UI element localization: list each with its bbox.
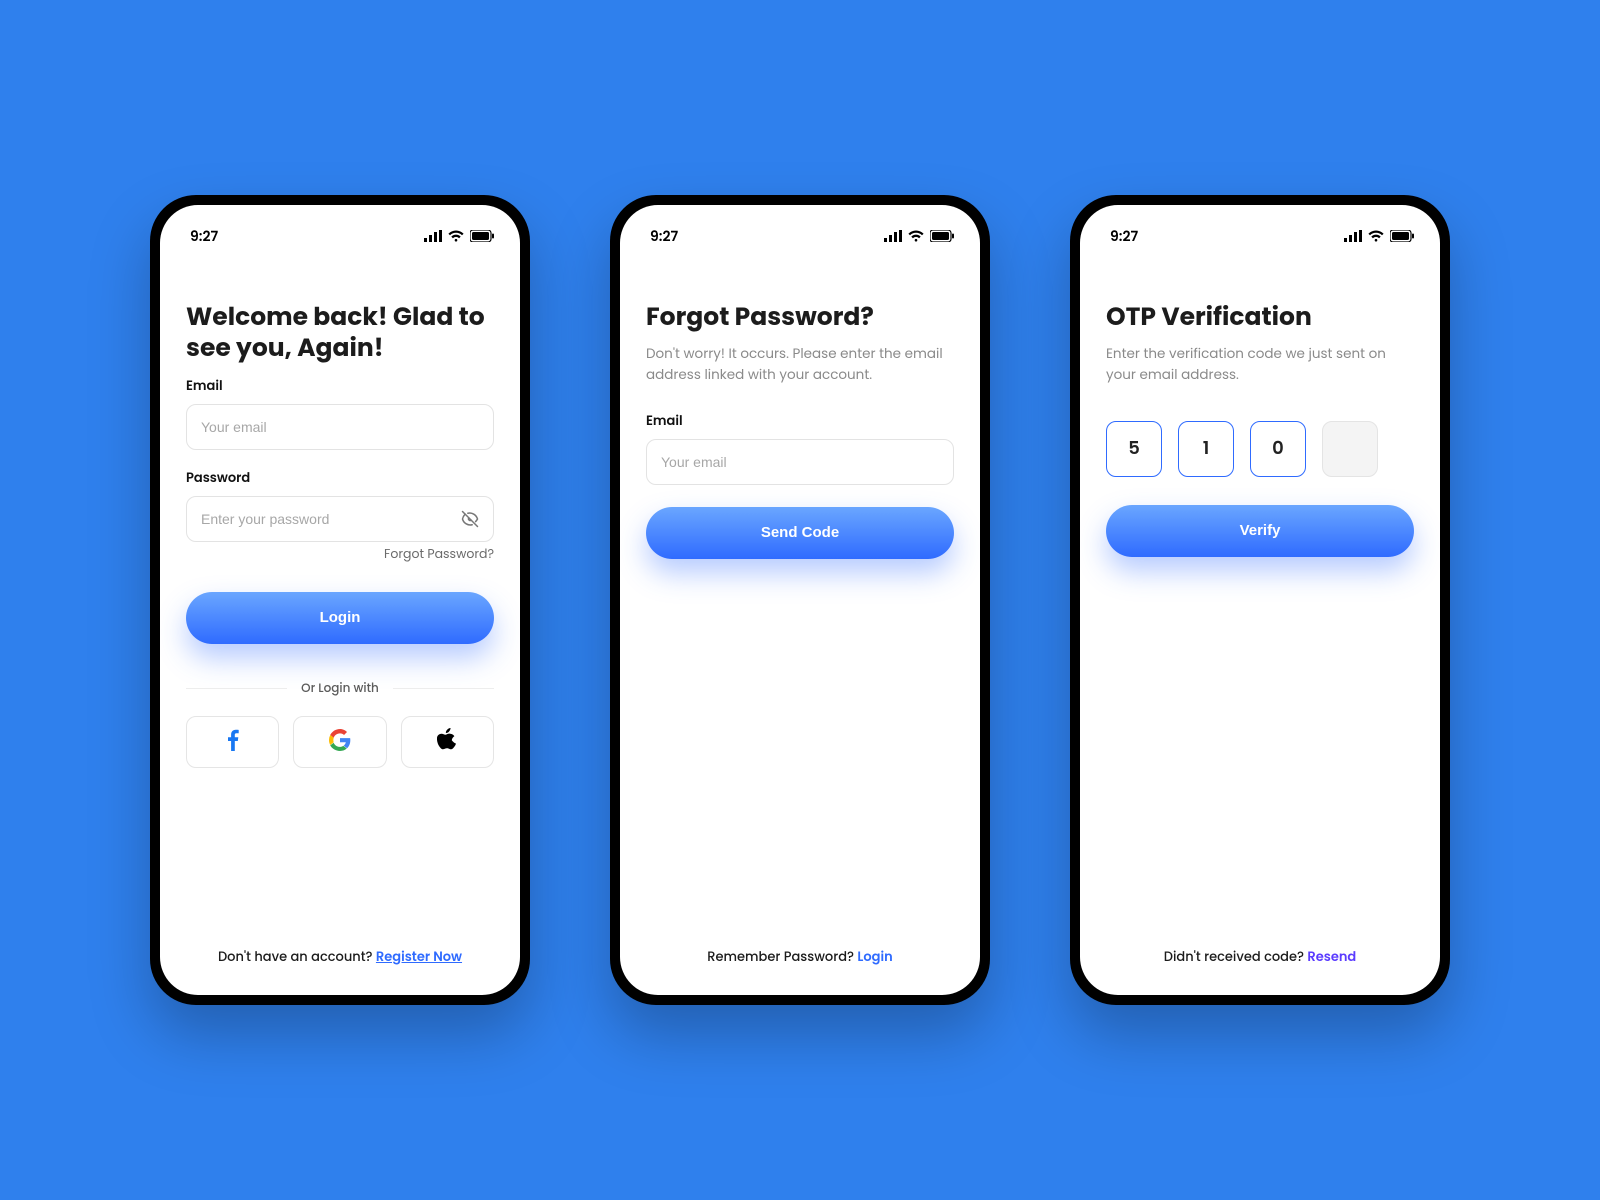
status-time: 9:27 (182, 226, 218, 247)
resend-code-link[interactable]: Resend (1307, 947, 1356, 966)
signal-icon (884, 230, 902, 242)
otp-digit-1[interactable]: 5 (1106, 421, 1162, 477)
login-footer-text: Don't have an account? (218, 947, 376, 966)
otp-input-row: 5 1 0 (1106, 421, 1414, 477)
status-time: 9:27 (642, 226, 678, 247)
password-label: Password (186, 468, 494, 488)
status-time: 9:27 (1102, 226, 1138, 247)
login-divider: Or Login with (186, 680, 494, 698)
battery-icon (930, 230, 954, 242)
battery-icon (1390, 230, 1414, 242)
send-code-button[interactable]: Send Code (646, 507, 954, 559)
forgot-email-input[interactable] (646, 439, 954, 485)
login-footer: Don't have an account? Register Now (186, 947, 494, 973)
facebook-icon (227, 729, 239, 754)
phone-login: 9:27 Welcome back! Glad to see you, Agai… (150, 195, 530, 1005)
wifi-icon (908, 230, 924, 242)
phone-forgot: 9:27 Forgot Password? Don't worry! It oc… (610, 195, 990, 1005)
signal-icon (424, 230, 442, 242)
otp-digit-4[interactable] (1322, 421, 1378, 477)
forgot-footer-text: Remember Password? (707, 947, 857, 966)
screen-forgot: 9:27 Forgot Password? Don't worry! It oc… (620, 205, 980, 995)
wifi-icon (448, 230, 464, 242)
login-title: Welcome back! Glad to see you, Again! (186, 301, 494, 364)
signal-icon (1344, 230, 1362, 242)
otp-title: OTP Verification (1106, 301, 1414, 332)
remember-login-link[interactable]: Login (857, 947, 892, 966)
password-input[interactable] (186, 496, 494, 542)
otp-digit-2[interactable]: 1 (1178, 421, 1234, 477)
battery-icon (470, 230, 494, 242)
register-now-link[interactable]: Register Now (376, 947, 462, 966)
email-input[interactable] (186, 404, 494, 450)
forgot-footer: Remember Password? Login (646, 947, 954, 973)
otp-footer: Didn't received code? Resend (1106, 947, 1414, 973)
wifi-icon (1368, 230, 1384, 242)
phone-otp: 9:27 OTP Verification Enter the verifica… (1070, 195, 1450, 1005)
screen-login: 9:27 Welcome back! Glad to see you, Agai… (160, 205, 520, 995)
otp-subtext: Enter the verification code we just sent… (1106, 344, 1414, 385)
social-facebook-button[interactable] (186, 716, 279, 768)
status-bar: 9:27 (182, 223, 498, 249)
forgot-subtext: Don't worry! It occurs. Please enter the… (646, 344, 954, 385)
social-google-button[interactable] (293, 716, 386, 768)
apple-icon (437, 728, 457, 755)
otp-digit-3[interactable]: 0 (1250, 421, 1306, 477)
status-bar: 9:27 (642, 223, 958, 249)
verify-button[interactable]: Verify (1106, 505, 1414, 557)
eye-off-icon[interactable] (458, 507, 482, 531)
forgot-title: Forgot Password? (646, 301, 954, 332)
or-login-with-label: Or Login with (301, 680, 379, 698)
forgot-password-link[interactable]: Forgot Password? (186, 546, 494, 564)
social-apple-button[interactable] (401, 716, 494, 768)
screen-otp: 9:27 OTP Verification Enter the verifica… (1080, 205, 1440, 995)
otp-footer-text: Didn't received code? (1164, 947, 1308, 966)
forgot-email-label: Email (646, 411, 954, 431)
status-bar: 9:27 (1102, 223, 1418, 249)
google-icon (329, 729, 351, 754)
email-label: Email (186, 376, 494, 396)
login-button[interactable]: Login (186, 592, 494, 644)
